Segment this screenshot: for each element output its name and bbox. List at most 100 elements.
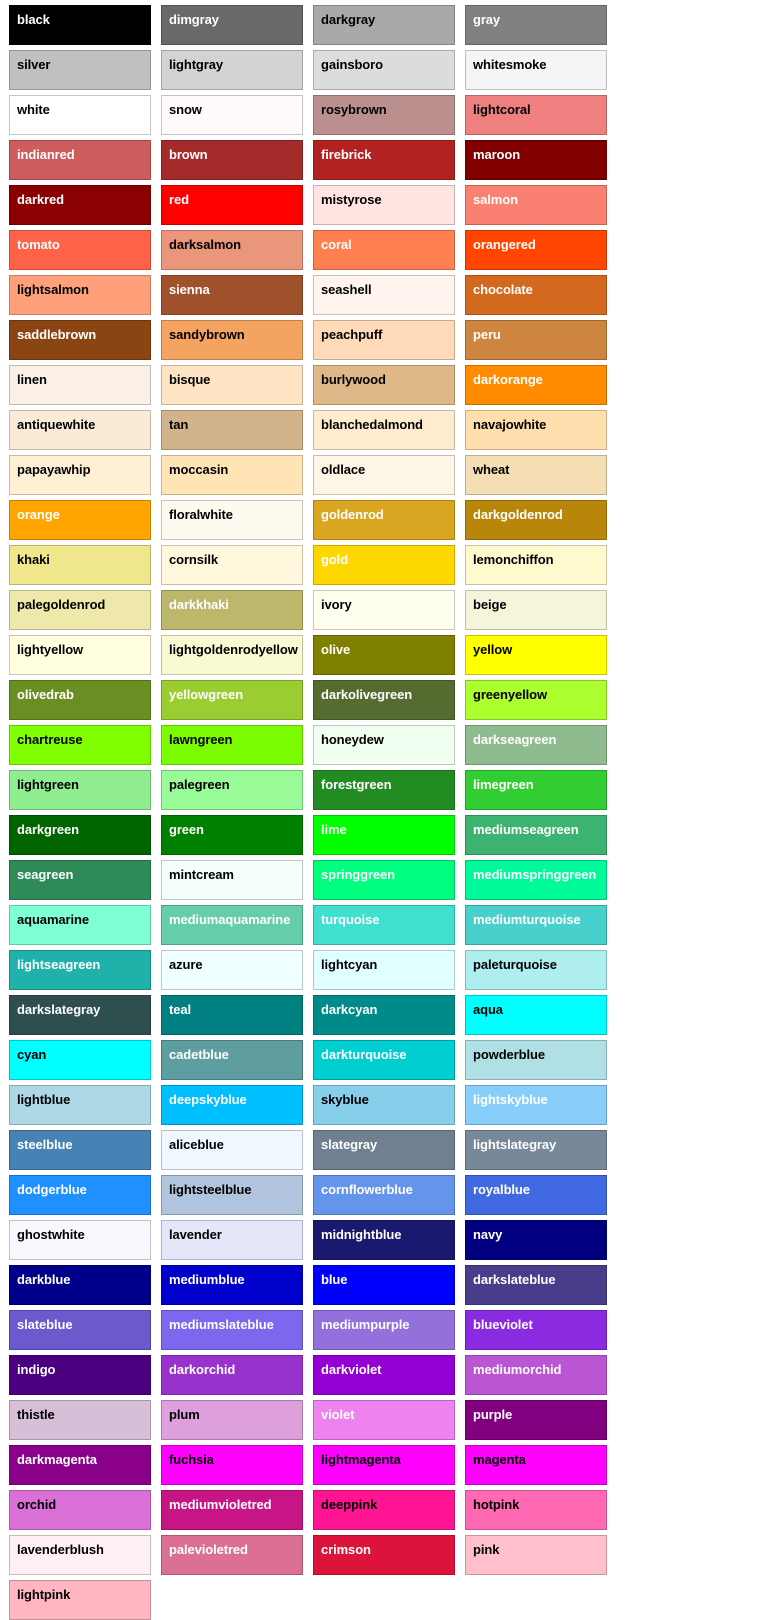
color-swatch-label: darkviolet	[321, 1362, 382, 1377]
color-swatch-label: cadetblue	[169, 1047, 229, 1062]
color-swatch-label: chocolate	[473, 282, 533, 297]
color-swatch: pink	[465, 1535, 607, 1575]
color-swatch-label: darkcyan	[321, 1002, 378, 1017]
color-swatch: honeydew	[313, 725, 455, 765]
color-swatch-label: sandybrown	[169, 327, 245, 342]
color-swatch-label: honeydew	[321, 732, 384, 747]
color-swatch: cadetblue	[161, 1040, 303, 1080]
color-swatch-label: ghostwhite	[17, 1227, 85, 1242]
color-swatch-label: lightcoral	[473, 102, 531, 117]
color-swatch: lime	[313, 815, 455, 855]
color-swatch-label: aqua	[473, 1002, 503, 1017]
color-swatch-label: dimgray	[169, 12, 219, 27]
color-swatch-label: mediumorchid	[473, 1362, 562, 1377]
color-swatch-label: coral	[321, 237, 352, 252]
color-swatch-label: darkslategray	[17, 1002, 101, 1017]
color-swatch-label: magenta	[473, 1452, 526, 1467]
color-swatch: indianred	[9, 140, 151, 180]
color-swatch-label: navajowhite	[473, 417, 547, 432]
color-swatch: peru	[465, 320, 607, 360]
color-swatch-label: mediumvioletred	[169, 1497, 272, 1512]
color-swatch-label: firebrick	[321, 147, 372, 162]
color-swatch: bisque	[161, 365, 303, 405]
color-swatch: darkslateblue	[465, 1265, 607, 1305]
color-swatch: blueviolet	[465, 1310, 607, 1350]
color-swatch: gold	[313, 545, 455, 585]
color-swatch-label: lightskyblue	[473, 1092, 548, 1107]
color-swatch-label: green	[169, 822, 204, 837]
color-swatch: plum	[161, 1400, 303, 1440]
color-swatch-label: burlywood	[321, 372, 386, 387]
color-swatch: mediumturquoise	[465, 905, 607, 945]
color-swatch: hotpink	[465, 1490, 607, 1530]
color-swatch-label: hotpink	[473, 1497, 520, 1512]
color-swatch: wheat	[465, 455, 607, 495]
color-swatch-label: greenyellow	[473, 687, 548, 702]
color-swatch-label: azure	[169, 957, 203, 972]
color-swatch-label: dodgerblue	[17, 1182, 87, 1197]
color-swatch: black	[9, 5, 151, 45]
color-swatch-label: fuchsia	[169, 1452, 214, 1467]
color-swatch: mediumaquamarine	[161, 905, 303, 945]
color-swatch-label: cyan	[17, 1047, 47, 1062]
color-swatch-label: mediumseagreen	[473, 822, 579, 837]
color-swatch-label: mediumspringgreen	[473, 867, 597, 882]
color-swatch: lavender	[161, 1220, 303, 1260]
color-swatch: orange	[9, 500, 151, 540]
color-swatch-label: lime	[321, 822, 347, 837]
color-swatch: lightskyblue	[465, 1085, 607, 1125]
color-swatch: chocolate	[465, 275, 607, 315]
color-swatch: deeppink	[313, 1490, 455, 1530]
color-swatch-label: tomato	[17, 237, 60, 252]
color-swatch-label: oldlace	[321, 462, 366, 477]
color-swatch-label: darkgoldenrod	[473, 507, 563, 522]
color-swatch-label: navy	[473, 1227, 503, 1242]
color-swatch: darkviolet	[313, 1355, 455, 1395]
color-swatch: mediumspringgreen	[465, 860, 607, 900]
color-swatch-label: royalblue	[473, 1182, 530, 1197]
color-swatch: darkseagreen	[465, 725, 607, 765]
color-swatch-label: lightmagenta	[321, 1452, 401, 1467]
color-swatch: paleturquoise	[465, 950, 607, 990]
color-swatch: lightgreen	[9, 770, 151, 810]
color-swatch-label: indianred	[17, 147, 75, 162]
color-swatch-label: saddlebrown	[17, 327, 97, 342]
color-swatch: magenta	[465, 1445, 607, 1485]
color-swatch-label: mistyrose	[321, 192, 382, 207]
color-swatch-label: salmon	[473, 192, 518, 207]
color-swatch-label: slategray	[321, 1137, 378, 1152]
color-swatch: mistyrose	[313, 185, 455, 225]
color-swatch: gray	[465, 5, 607, 45]
color-swatch-label: blueviolet	[473, 1317, 533, 1332]
color-swatch: azure	[161, 950, 303, 990]
color-swatch: lightsalmon	[9, 275, 151, 315]
color-swatch-label: wheat	[473, 462, 510, 477]
color-swatch: powderblue	[465, 1040, 607, 1080]
color-swatch-label: paleturquoise	[473, 957, 557, 972]
color-swatch-label: midnightblue	[321, 1227, 402, 1242]
color-swatch: crimson	[313, 1535, 455, 1575]
color-swatch-label: mediumslateblue	[169, 1317, 274, 1332]
color-swatch: oldlace	[313, 455, 455, 495]
color-swatch: yellow	[465, 635, 607, 675]
color-swatch: burlywood	[313, 365, 455, 405]
color-swatch: navajowhite	[465, 410, 607, 450]
color-swatch: mediumvioletred	[161, 1490, 303, 1530]
color-swatch-label: steelblue	[17, 1137, 73, 1152]
color-swatch-label: aliceblue	[169, 1137, 224, 1152]
color-swatch: skyblue	[313, 1085, 455, 1125]
color-swatch: blue	[313, 1265, 455, 1305]
color-swatch: palegreen	[161, 770, 303, 810]
color-swatch-label: pink	[473, 1542, 500, 1557]
color-swatch: khaki	[9, 545, 151, 585]
color-swatch-label: cornsilk	[169, 552, 219, 567]
color-swatch-label: black	[17, 12, 50, 27]
color-swatch-label: deeppink	[321, 1497, 378, 1512]
color-swatch-label: darkgray	[321, 12, 376, 27]
color-swatch: dimgray	[161, 5, 303, 45]
color-swatch-label: lightpink	[17, 1587, 71, 1602]
color-swatch: ghostwhite	[9, 1220, 151, 1260]
color-swatch: red	[161, 185, 303, 225]
color-swatch: saddlebrown	[9, 320, 151, 360]
color-swatch: tomato	[9, 230, 151, 270]
